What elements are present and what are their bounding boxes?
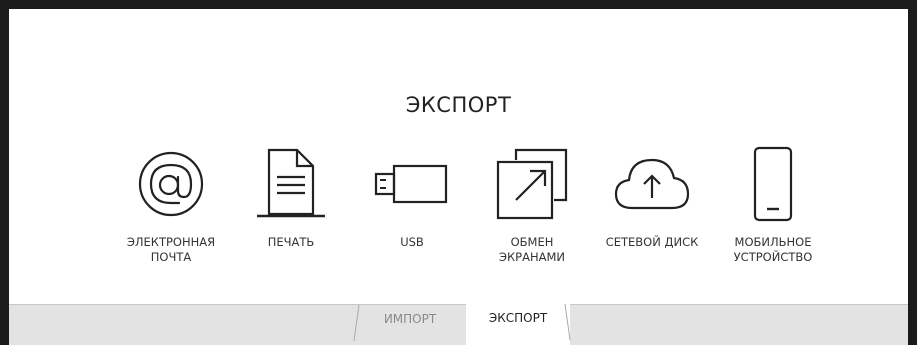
tab-export[interactable]: ЭКСПОРТ bbox=[466, 304, 571, 345]
export-print-button[interactable]: ПЕЧАТЬ bbox=[231, 143, 351, 293]
export-mobile-device-label: МОБИЛЬНОЕ УСТРОЙСТВО bbox=[733, 235, 813, 264]
document-icon bbox=[231, 143, 351, 225]
page-title: ЭКСПОРТ bbox=[405, 93, 512, 117]
tab-import[interactable]: ИМПОРТ bbox=[353, 305, 466, 345]
mobile-phone-icon bbox=[713, 143, 833, 225]
export-screen-share-label: ОБМЕН ЭКРАНАМИ bbox=[498, 235, 566, 264]
export-screen-share-button[interactable]: ОБМЕН ЭКРАНАМИ bbox=[472, 143, 592, 293]
export-panel: ЭКСПОРТ ЭЛЕКТРОННАЯ ПОЧТА ПЕЧАТЬ USB ОБМ… bbox=[9, 9, 908, 345]
tab-import-label: ИМПОРТ bbox=[383, 312, 437, 326]
export-network-drive-label: СЕТЕВОЙ ДИСК bbox=[605, 235, 699, 249]
export-print-label: ПЕЧАТЬ bbox=[267, 235, 315, 249]
export-email-label: ЭЛЕКТРОННАЯ ПОЧТА bbox=[126, 235, 216, 264]
cloud-upload-icon bbox=[592, 143, 712, 225]
export-email-button[interactable]: ЭЛЕКТРОННАЯ ПОЧТА bbox=[111, 143, 231, 293]
tab-export-right-edge bbox=[564, 304, 571, 340]
tab-export-label: ЭКСПОРТ bbox=[488, 311, 548, 325]
at-icon bbox=[111, 143, 231, 225]
screen-share-icon bbox=[472, 143, 592, 225]
export-usb-label: USB bbox=[400, 235, 424, 249]
export-mobile-device-button[interactable]: МОБИЛЬНОЕ УСТРОЙСТВО bbox=[713, 143, 833, 293]
usb-icon bbox=[352, 143, 472, 225]
export-usb-button[interactable]: USB bbox=[352, 143, 472, 293]
tab-bar: ИМПОРТ ЭКСПОРТ bbox=[9, 304, 908, 345]
tab-import-left-edge bbox=[353, 305, 360, 341]
export-network-drive-button[interactable]: СЕТЕВОЙ ДИСК bbox=[592, 143, 712, 293]
